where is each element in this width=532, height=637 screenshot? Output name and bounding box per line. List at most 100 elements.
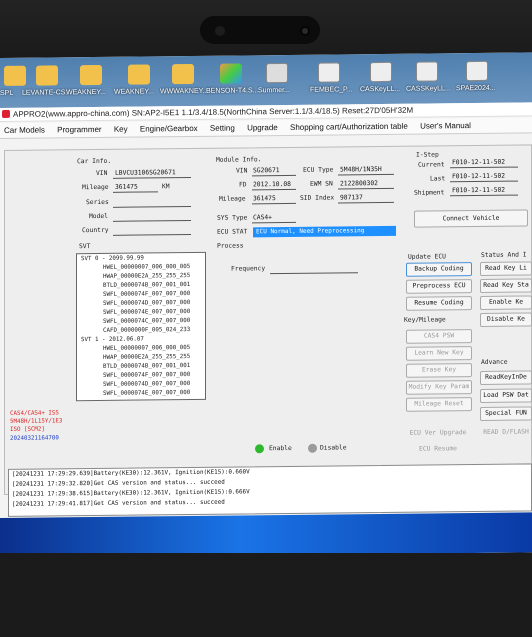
module-vin-value: SG20671 [253,167,280,175]
log-line: [20241231 17:29:29.639]Battery(KE30):12.… [12,469,250,478]
svt-group-0[interactable]: SVT 0 - 2099.99.99 [81,255,144,262]
sys-type-label: SYS Type [217,214,248,222]
car-vin-value: LBVCU3106SG20671 [115,169,176,177]
svt-item[interactable]: SWFL_0000074F_007_007_000 [103,372,190,379]
camera-lens [300,26,310,36]
connect-vehicle-button[interactable]: Connect Vehicle [414,209,528,228]
status-info-heading: Status And I [481,251,527,259]
disable-indicator-icon [308,443,317,453]
ecu-ver-upgrade-button[interactable]: ECU Ver Upgrade [404,427,472,440]
car-mileage-value: 361475 [115,183,138,191]
car-mileage-label: Mileage [82,183,109,192]
svt-item[interactable]: HWEL_00000007_006_000_005 [103,264,190,271]
module-vin-label: VIN [236,167,248,175]
ecu-info-line: ISO [SCM2] [10,426,45,433]
menu-upgrade[interactable]: Upgrade [247,123,278,132]
read-dflash-button[interactable]: READ D/FLASH [480,426,532,439]
shortcut-label: FEMBEC_P... [310,86,353,94]
folder-icon[interactable] [128,64,150,85]
key-mileage-heading: Key/Mileage [404,316,446,324]
sid-index-label: SID Index [300,194,335,202]
read-key-status-button[interactable]: Read Key Sta [480,278,532,293]
read-key-info-button[interactable]: ReadKeyInDe [480,370,532,385]
shortcut-label: BENSON-T4.S... [206,87,259,95]
svt-item[interactable]: BTLD_0000074B_007_001_001 [103,282,190,289]
document-icon[interactable] [370,61,392,83]
svt-item[interactable]: HWEL_00000007_006_000_005 [103,345,190,352]
document-icon[interactable] [318,62,340,83]
istep-current-label: Current [418,161,445,169]
cas4-psw-button[interactable]: CAS4 PSW [406,329,472,344]
folder-icon[interactable] [4,65,26,86]
ecu-resume-button[interactable]: ECU Resume [404,443,472,456]
erase-key-button[interactable]: Erase Key [406,363,472,378]
shortcut-label: SPL [0,89,14,97]
ecu-info-timestamp: 20240321164700 [10,435,59,442]
menu-key[interactable]: Key [114,125,128,134]
document-icon[interactable] [466,60,488,82]
module-mileage-value: 361475 [253,195,276,203]
app-icon[interactable] [220,63,242,84]
svt-item[interactable]: SWFL_0000074D_007_007_000 [103,300,190,307]
svt-item[interactable]: CAFD_0000000F_005_024_233 [103,327,190,334]
log-panel[interactable]: [20241231 17:29:29.639]Battery(KE30):12.… [8,463,532,517]
document-icon[interactable] [266,62,288,84]
shortcut-label: Summer... [258,86,290,95]
menu-car-models[interactable]: Car Models [4,126,45,135]
log-line: [20241231 17:29:38.615]Battery(KE30):12.… [12,489,250,498]
frequency-label: Frequency [231,265,266,273]
enable-indicator-icon [255,444,264,454]
ecu-stat-label: ECU STAT [217,228,248,236]
svt-tree[interactable]: SVT 0 - 2099.99.99 HWEL_00000007_006_000… [76,251,206,402]
svt-item[interactable]: SWFL_0000074D_007_007_000 [103,381,190,388]
svt-group-1[interactable]: SVT 1 - 2012.06.07 [81,336,144,343]
menu-setting[interactable]: Setting [210,124,235,133]
backup-coding-button[interactable]: Backup Coding [406,262,472,277]
istep-last-value: F010-12-11-502 [452,172,506,181]
document-icon[interactable] [416,61,438,82]
menu-shopping-cart[interactable]: Shopping cart/Authorization table [290,122,408,132]
istep-last-label: Last [430,175,446,183]
svt-item[interactable]: SWFL_0000074E_007_007_000 [103,309,190,316]
mileage-reset-button[interactable]: Mileage Reset [406,397,472,412]
ecu-info-line: CAS4/CAS4+ ISS [10,410,59,417]
svt-item[interactable]: SWFL_0000074E_007_007_000 [103,390,190,397]
ecu-info-line: 5M48H/1L15Y/1E3 [10,418,63,425]
modify-key-param-button[interactable]: Modify Key Param [406,380,472,395]
preprocess-ecu-button[interactable]: Preprocess ECU [406,279,472,294]
svt-item[interactable]: HWAP_00000E2A_255_255_255 [103,273,190,280]
menu-programmer[interactable]: Programmer [57,125,101,134]
shortcut-label: WWWAKNEY... [160,87,209,96]
laptop-screen: SPL LEVANTE-CS... WEAKNEY... WEAKNEY... … [0,52,532,558]
folder-icon[interactable] [36,65,58,86]
module-info-heading: Module Info. [216,156,262,164]
svt-item[interactable]: HWAP_00000E2A_255_255_255 [103,354,190,361]
enable-label: Enable [269,444,292,453]
process-heading: Process [217,242,244,250]
update-ecu-heading: Update ECU [408,253,446,261]
menu-users-manual[interactable]: User's Manual [420,121,471,131]
shortcut-label: WEAKNEY... [66,88,106,97]
load-psw-data-button[interactable]: Load PSW Dat [480,388,532,403]
svt-item[interactable]: BTLD_0000074B_007_001_001 [103,363,190,370]
car-info-heading: Car Info. [77,157,112,166]
resume-coding-button[interactable]: Resume Coding [406,296,472,311]
folder-icon[interactable] [80,64,102,86]
menu-engine-gearbox[interactable]: Engine/Gearbox [140,124,198,134]
ecu-type-label: ECU Type [303,166,334,174]
series-label: Series [86,198,109,207]
svt-item[interactable]: SWFL_0000074F_007_007_000 [103,291,190,298]
window-title: APPRO2(www.appro-china.com) SN:AP2-I5E1 … [13,105,414,119]
istep-shipment-label: Shipment [414,189,445,197]
desktop-shortcut-bar: SPL LEVANTE-CS... WEAKNEY... WEAKNEY... … [0,52,532,108]
learn-new-key-button[interactable]: Learn New Key [406,346,472,361]
special-fun-button[interactable]: Special FUN [480,406,532,421]
shortcut-label: WEAKNEY... [114,88,154,96]
read-key-list-button[interactable]: Read Key Li [480,261,532,276]
svt-item[interactable]: SWFL_0000074C_007_007_000 [103,318,190,325]
advance-heading: Advance [481,358,508,366]
enable-key-button[interactable]: Enable Ke [480,295,532,310]
disable-key-button[interactable]: Disable Ke [480,312,532,327]
shortcut-label: SPAE2024... [456,84,496,93]
folder-icon[interactable] [172,63,194,85]
